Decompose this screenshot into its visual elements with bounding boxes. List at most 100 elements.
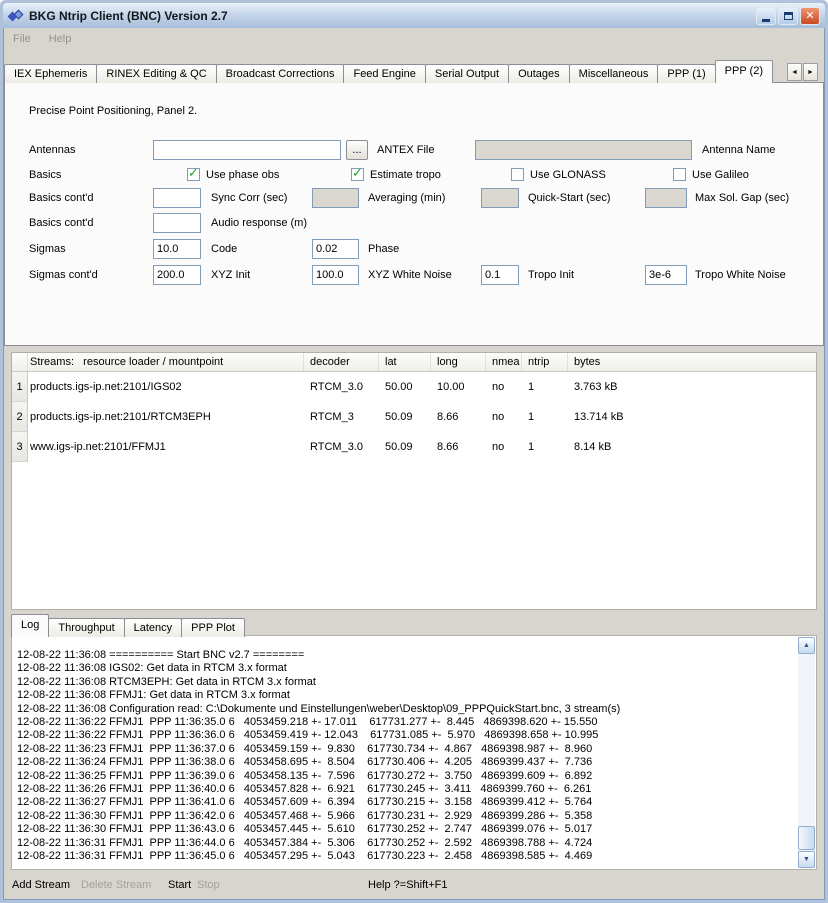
start-button[interactable]: Start [168,870,191,900]
use-phase-obs-checkbox[interactable] [187,168,200,181]
tab-scroll-right-icon[interactable]: ► [803,63,818,81]
stream-long[interactable]: 8.66 [431,432,486,462]
maximize-icon [784,12,793,20]
row-number: 3 [12,432,28,462]
tropo-white-noise-input[interactable] [645,265,687,285]
scroll-down-icon[interactable]: ▼ [798,851,815,868]
header-nmea: nmea [486,353,522,371]
quick-start-input[interactable] [481,188,519,208]
app-window: BKG Ntrip Client (BNC) Version 2.7 ✕ Fil… [0,0,828,903]
tropo-init-input[interactable] [481,265,519,285]
use-galileo-label[interactable]: Use Galileo [692,165,749,185]
averaging-label: Averaging (min) [368,188,445,208]
tab-latency[interactable]: Latency [124,618,183,637]
delete-stream-button[interactable]: Delete Stream [81,870,151,900]
stream-nmea[interactable]: no [486,432,522,462]
title-bar[interactable]: BKG Ntrip Client (BNC) Version 2.7 ✕ [3,3,825,28]
tab-feed-engine[interactable]: Feed Engine [343,64,425,83]
action-bar: Add Stream Delete Stream Start Stop Help… [3,870,825,900]
tab-ephemeris[interactable]: IEX Ephemeris [4,64,97,83]
estimate-tropo-checkbox[interactable] [351,168,364,181]
stream-decoder[interactable]: RTCM_3.0 [304,372,379,402]
close-button[interactable]: ✕ [800,7,820,25]
log-line: 12-08-22 11:36:08 RTCM3EPH: Get data in … [17,676,794,689]
tab-ppp-1[interactable]: PPP (1) [657,64,715,83]
stream-decoder[interactable]: RTCM_3 [304,402,379,432]
stream-decoder[interactable]: RTCM_3.0 [304,432,379,462]
audio-response-label: Audio response (m) [211,213,307,233]
menu-bar: File Help [3,28,825,49]
stream-row[interactable]: 2 products.igs-ip.net:2101/RTCM3EPH RTCM… [12,402,816,432]
antennas-input[interactable] [153,140,341,160]
stream-lat[interactable]: 50.09 [379,432,431,462]
xyz-init-input[interactable] [153,265,201,285]
averaging-input[interactable] [312,188,359,208]
add-stream-button[interactable]: Add Stream [12,870,70,900]
stream-row[interactable]: 1 products.igs-ip.net:2101/IGS02 RTCM_3.… [12,372,816,402]
scroll-up-icon[interactable]: ▲ [798,637,815,654]
audio-response-input[interactable] [153,213,201,233]
tab-serial-output[interactable]: Serial Output [425,64,509,83]
stream-nmea[interactable]: no [486,402,522,432]
xyz-white-noise-input[interactable] [312,265,359,285]
sigmas-label: Sigmas [29,239,66,259]
sigmas-row: Sigmas Code Phase [5,239,823,259]
use-glonass-label[interactable]: Use GLONASS [530,165,606,185]
stream-mountpoint[interactable]: www.igs-ip.net:2101/FFMJ1 [28,432,304,462]
menu-help[interactable]: Help [47,31,74,47]
use-phase-obs-label[interactable]: Use phase obs [206,165,279,185]
tab-rinex-editing-qc[interactable]: RINEX Editing & QC [96,64,216,83]
minimize-button[interactable] [756,7,776,25]
sigmas-contd-label: Sigmas cont'd [29,265,98,285]
stop-button[interactable]: Stop [197,870,220,900]
tab-log[interactable]: Log [11,614,49,637]
estimate-tropo-label[interactable]: Estimate tropo [370,165,441,185]
tab-throughput[interactable]: Throughput [48,618,124,637]
use-glonass-checkbox[interactable] [511,168,524,181]
stream-lat[interactable]: 50.00 [379,372,431,402]
scrollbar-thumb[interactable] [798,826,815,850]
menu-file[interactable]: File [11,31,33,47]
stream-ntrip[interactable]: 1 [522,432,568,462]
tab-miscellaneous[interactable]: Miscellaneous [569,64,659,83]
stream-lat[interactable]: 50.09 [379,402,431,432]
log-line: 12-08-22 11:36:26 FFMJ1 PPP 11:36:40.0 6… [17,783,794,796]
sigma-phase-input[interactable] [312,239,359,259]
tab-ppp-2[interactable]: PPP (2) [715,60,773,83]
window-controls: ✕ [756,7,820,25]
stream-long[interactable]: 8.66 [431,402,486,432]
log-line: 12-08-22 11:36:22 FFMJ1 PPP 11:36:36.0 6… [17,729,794,742]
ppp2-panel: Precise Point Positioning, Panel 2. Ante… [4,82,824,346]
max-sol-gap-input[interactable] [645,188,687,208]
tab-outages[interactable]: Outages [508,64,570,83]
tab-scroll-left-icon[interactable]: ◄ [787,63,802,81]
stream-row[interactable]: 3 www.igs-ip.net:2101/FFMJ1 RTCM_3.0 50.… [12,432,816,462]
quick-start-label: Quick-Start (sec) [528,188,611,208]
stream-bytes[interactable]: 3.763 kB [568,372,816,402]
bnc-app-icon [8,8,24,24]
stream-mountpoint[interactable]: products.igs-ip.net:2101/IGS02 [28,372,304,402]
basics-contd2-row: Basics cont'd Audio response (m) [5,213,823,233]
header-lat: lat [379,353,431,371]
stream-long[interactable]: 10.00 [431,372,486,402]
maximize-button[interactable] [778,7,798,25]
log-line: 12-08-22 11:36:27 FFMJ1 PPP 11:36:41.0 6… [17,796,794,809]
antennas-label: Antennas [29,140,75,160]
tab-ppp-plot[interactable]: PPP Plot [181,618,245,637]
stream-bytes[interactable]: 8.14 kB [568,432,816,462]
stream-mountpoint[interactable]: products.igs-ip.net:2101/RTCM3EPH [28,402,304,432]
antex-file-input[interactable] [475,140,692,160]
xyz-init-label: XYZ Init [211,265,250,285]
sigma-code-input[interactable] [153,239,201,259]
use-galileo-checkbox[interactable] [673,168,686,181]
stream-bytes[interactable]: 13.714 kB [568,402,816,432]
antex-browse-button[interactable]: ... [346,140,368,160]
help-hint: Help ?=Shift+F1 [368,870,448,900]
tab-broadcast-corrections[interactable]: Broadcast Corrections [216,64,345,83]
sync-corr-input[interactable] [153,188,201,208]
stream-ntrip[interactable]: 1 [522,372,568,402]
stream-nmea[interactable]: no [486,372,522,402]
stream-ntrip[interactable]: 1 [522,402,568,432]
log-line: 12-08-22 11:36:08 ========== Start BNC v… [17,649,794,662]
log-scrollbar[interactable]: ▲ ▼ [798,637,815,868]
